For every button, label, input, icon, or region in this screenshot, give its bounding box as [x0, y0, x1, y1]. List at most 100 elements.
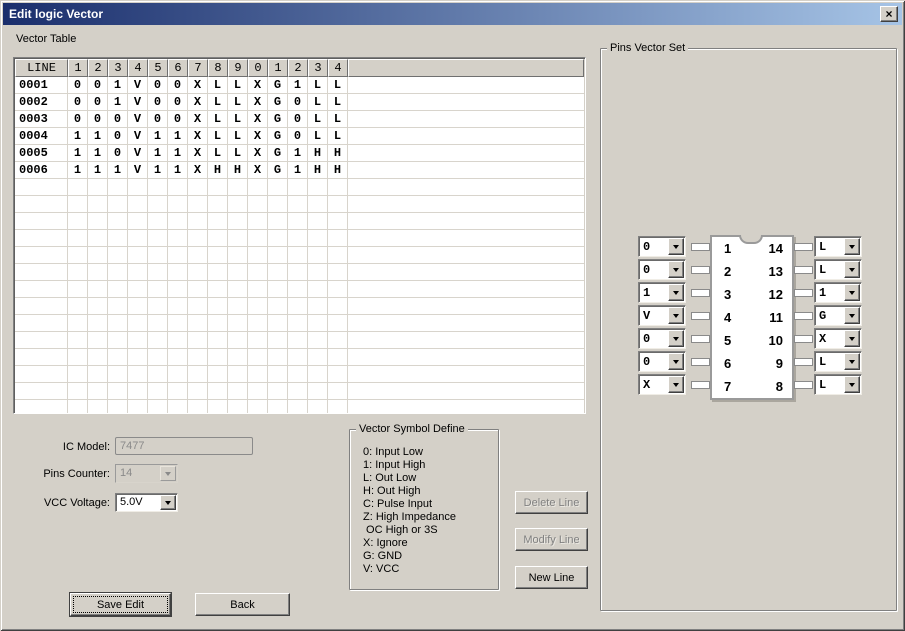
pin-state-combobox-right-1[interactable]: L — [814, 259, 862, 280]
table-row-empty[interactable] — [15, 264, 584, 281]
table-row-empty[interactable] — [15, 179, 584, 196]
pin-state-combobox-right-0[interactable]: L — [814, 236, 862, 257]
value-cell: G — [268, 94, 288, 111]
table-row-empty[interactable] — [15, 230, 584, 247]
vcc-voltage-combobox[interactable]: 5.0V — [115, 493, 178, 512]
pin-state-combobox-right-5[interactable]: L — [814, 351, 862, 372]
close-button[interactable]: × — [880, 6, 898, 22]
table-row-empty[interactable] — [15, 247, 584, 264]
value-cell — [268, 332, 288, 349]
table-row[interactable]: 0006111V11XHHXG1HH — [15, 162, 584, 179]
pin-state-dropdown-button[interactable] — [844, 376, 860, 393]
table-row-empty[interactable] — [15, 400, 584, 414]
pin-state-dropdown-button[interactable] — [668, 353, 684, 370]
pin-column-header-8[interactable]: 8 — [208, 59, 228, 77]
value-cell — [328, 264, 348, 281]
pin-column-header-7[interactable]: 7 — [188, 59, 208, 77]
table-row-empty[interactable] — [15, 332, 584, 349]
table-row-empty[interactable] — [15, 383, 584, 400]
pin-column-header-13[interactable]: 3 — [308, 59, 328, 77]
back-button[interactable]: Back — [195, 593, 290, 616]
table-row-empty[interactable] — [15, 366, 584, 383]
modify-line-button[interactable]: Modify Line — [515, 528, 588, 551]
table-row[interactable]: 0002001V00XLLXG0LL — [15, 94, 584, 111]
value-cell — [168, 264, 188, 281]
pin-state-dropdown-button[interactable] — [668, 238, 684, 255]
pin-column-header-6[interactable]: 6 — [168, 59, 188, 77]
vector-table-grid[interactable]: LINE12345678901234 0001001V00XLLXG1LL000… — [13, 57, 586, 414]
table-row-empty[interactable] — [15, 349, 584, 366]
pin-state-dropdown-button[interactable] — [844, 284, 860, 301]
value-cell: X — [188, 111, 208, 128]
pin-state-combobox-left-5[interactable]: 0 — [638, 351, 686, 372]
pin-column-header-4[interactable]: 4 — [128, 59, 148, 77]
value-cell — [148, 264, 168, 281]
value-cell — [148, 298, 168, 315]
vcc-voltage-dropdown-button[interactable] — [160, 495, 176, 510]
pin-state-combobox-left-3[interactable]: V — [638, 305, 686, 326]
line-cell — [15, 315, 68, 332]
pin-column-header-9[interactable]: 9 — [228, 59, 248, 77]
value-cell: 0 — [68, 94, 88, 111]
delete-line-button[interactable]: Delete Line — [515, 491, 588, 514]
table-row[interactable]: 0005110V11XLLXG1HH — [15, 145, 584, 162]
pin-state-dropdown-button[interactable] — [844, 353, 860, 370]
table-row[interactable]: 0004110V11XLLXG0LL — [15, 128, 584, 145]
value-cell: H — [308, 145, 328, 162]
save-edit-button[interactable]: Save Edit — [70, 593, 171, 616]
new-line-button[interactable]: New Line — [515, 566, 588, 589]
pin-state-combobox-right-2[interactable]: 1 — [814, 282, 862, 303]
pin-column-header-10[interactable]: 0 — [248, 59, 268, 77]
pin-state-combobox-left-4[interactable]: 0 — [638, 328, 686, 349]
filler-column-header[interactable] — [348, 59, 584, 77]
value-cell: X — [188, 128, 208, 145]
value-cell: V — [128, 94, 148, 111]
pin-column-header-11[interactable]: 1 — [268, 59, 288, 77]
table-row-empty[interactable] — [15, 298, 584, 315]
table-row-empty[interactable] — [15, 315, 584, 332]
pin-column-header-1[interactable]: 1 — [68, 59, 88, 77]
pin-state-dropdown-button[interactable] — [668, 376, 684, 393]
pin-state-dropdown-button[interactable] — [668, 261, 684, 278]
table-row-empty[interactable] — [15, 281, 584, 298]
pin-column-header-14[interactable]: 4 — [328, 59, 348, 77]
pin-state-dropdown-button[interactable] — [844, 330, 860, 347]
value-cell — [188, 383, 208, 400]
value-cell — [128, 332, 148, 349]
table-row[interactable]: 0001001V00XLLXG1LL — [15, 77, 584, 94]
value-cell — [268, 281, 288, 298]
value-cell — [328, 400, 348, 414]
pin-column-header-12[interactable]: 2 — [288, 59, 308, 77]
pin-state-dropdown-button[interactable] — [668, 284, 684, 301]
table-row-empty[interactable] — [15, 213, 584, 230]
pin-state-dropdown-button[interactable] — [844, 261, 860, 278]
chevron-down-icon — [673, 383, 679, 387]
pin-state-combobox-left-1[interactable]: 0 — [638, 259, 686, 280]
line-column-header[interactable]: LINE — [15, 59, 68, 77]
value-cell — [128, 400, 148, 414]
table-row[interactable]: 0003000V00XLLXG0LL — [15, 111, 584, 128]
pin-state-dropdown-button[interactable] — [668, 330, 684, 347]
vector-symbol-define-group: Vector Symbol Define 0: Input Low1: Inpu… — [349, 429, 499, 590]
pin-state-combobox-left-6[interactable]: X — [638, 374, 686, 395]
value-cell — [108, 332, 128, 349]
pin-state-combobox-left-0[interactable]: 0 — [638, 236, 686, 257]
pin-state-dropdown-button[interactable] — [844, 307, 860, 324]
value-cell — [208, 179, 228, 196]
pin-state-combobox-right-6[interactable]: L — [814, 374, 862, 395]
pin-column-header-3[interactable]: 3 — [108, 59, 128, 77]
pins-counter-combobox[interactable]: 14 — [115, 464, 178, 483]
ic-model-field[interactable]: 7477 — [115, 437, 253, 455]
table-row-empty[interactable] — [15, 196, 584, 213]
value-cell — [108, 230, 128, 247]
pin-state-combobox-left-2[interactable]: 1 — [638, 282, 686, 303]
pins-counter-dropdown-button[interactable] — [160, 466, 176, 481]
pin-state-dropdown-button[interactable] — [844, 238, 860, 255]
pin-state-dropdown-button[interactable] — [668, 307, 684, 324]
pin-column-header-2[interactable]: 2 — [88, 59, 108, 77]
titlebar[interactable]: Edit logic Vector × — [3, 3, 902, 25]
pin-state-value: 0 — [639, 237, 667, 256]
pin-column-header-5[interactable]: 5 — [148, 59, 168, 77]
pin-state-combobox-right-4[interactable]: X — [814, 328, 862, 349]
pin-state-combobox-right-3[interactable]: G — [814, 305, 862, 326]
